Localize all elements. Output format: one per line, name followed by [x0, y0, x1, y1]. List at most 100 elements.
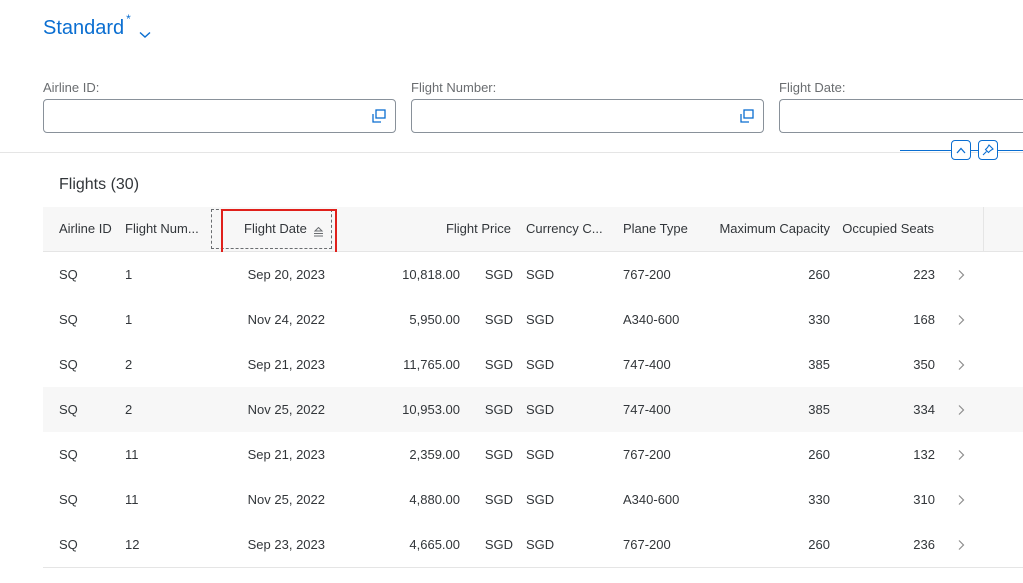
maximum-capacity-cell: 330 — [808, 312, 830, 327]
column-header-occupied-seats[interactable]: Occupied Seats — [841, 207, 934, 251]
collapse-up-icon[interactable] — [951, 140, 971, 160]
currency-code-cell: SGD — [526, 447, 555, 462]
maximum-capacity-cell: 385 — [808, 357, 830, 372]
pin-icon[interactable] — [978, 140, 998, 160]
filter-bar: Standard * Airline ID: Flight Number: Fl… — [0, 0, 1023, 153]
flight-price-cell: 10,953.00 — [402, 402, 460, 417]
flight-price-cell: 2,359.00 — [409, 447, 460, 462]
flight-date-cell: Sep 23, 2023 — [247, 537, 325, 552]
currency-code-cell: SGD — [526, 357, 555, 372]
header-spacer — [983, 207, 1023, 251]
row-navigation-icon[interactable] — [957, 538, 965, 550]
table-row[interactable]: SQ 1 Nov 24, 2022 5,950.00 SGD SGD A340-600 330… — [43, 297, 1023, 343]
price-currency-cell: SGD — [484, 402, 513, 417]
flight-number-cell: 1 — [125, 267, 133, 282]
column-header-flight-number[interactable]: Flight Num... — [125, 207, 205, 251]
column-header-flight-price[interactable]: Flight Price — [423, 207, 511, 251]
flight-number-cell: 12 — [125, 537, 140, 552]
variant-modified-marker: * — [126, 12, 131, 26]
airline-id-cell: SQ — [59, 492, 78, 507]
price-currency-cell: SGD — [484, 537, 513, 552]
row-navigation-icon[interactable] — [957, 268, 965, 280]
flight-number-cell: 11 — [125, 447, 139, 462]
maximum-capacity-cell: 260 — [808, 537, 830, 552]
price-currency-cell: SGD — [484, 267, 513, 282]
flight-date-cell: Sep 21, 2023 — [247, 447, 325, 462]
value-help-icon[interactable] — [740, 109, 754, 123]
occupied-seats-cell: 350 — [913, 357, 935, 372]
plane-type-cell: 747-400 — [623, 357, 671, 372]
table-row[interactable]: SQ 2 Nov 25, 2022 10,953.00 SGD SGD 747-400 385… — [43, 387, 1023, 433]
variant-title[interactable]: Standard — [43, 14, 124, 42]
variant-selector[interactable]: Standard * — [43, 12, 151, 44]
occupied-seats-cell: 236 — [913, 537, 935, 552]
row-navigation-icon[interactable] — [957, 313, 965, 325]
column-header-currency-code[interactable]: Currency C... — [526, 207, 608, 251]
airline-id-cell: SQ — [59, 537, 78, 552]
flight-number-field[interactable] — [411, 99, 764, 133]
occupied-seats-cell: 132 — [913, 447, 935, 462]
table-title: Flights (30) — [59, 176, 140, 193]
price-currency-cell: SGD — [484, 447, 513, 462]
flight-date-cell: Sep 21, 2023 — [247, 357, 325, 372]
flight-number-cell: 1 — [125, 312, 133, 327]
price-currency-cell: SGD — [484, 492, 513, 507]
plane-type-cell: A340-600 — [623, 492, 680, 507]
flight-price-cell: 5,950.00 — [409, 312, 460, 327]
flight-number-label: Flight Number: — [411, 80, 497, 95]
table-row[interactable]: SQ 11 Nov 25, 2022 4,880.00 SGD SGD A340-600 33… — [43, 477, 1023, 523]
row-navigation-icon[interactable] — [957, 448, 965, 460]
flight-price-cell: 10,818.00 — [402, 267, 460, 282]
column-header-maximum-capacity[interactable]: Maximum Capacity — [713, 207, 830, 251]
column-header-plane-type[interactable]: Plane Type — [623, 207, 703, 251]
airline-id-field[interactable] — [43, 99, 396, 133]
currency-code-cell: SGD — [526, 537, 555, 552]
currency-code-cell: SGD — [526, 492, 555, 507]
row-navigation-icon[interactable] — [957, 358, 965, 370]
airline-id-cell: SQ — [59, 357, 78, 372]
table-row[interactable]: SQ 2 Sep 21, 2023 11,765.00 SGD SGD 747-400 385… — [43, 342, 1023, 388]
flight-date-cell: Nov 24, 2022 — [247, 312, 325, 327]
chevron-down-icon[interactable] — [139, 26, 151, 44]
airline-id-cell: SQ — [59, 267, 78, 282]
plane-type-cell: A340-600 — [623, 312, 680, 327]
maximum-capacity-cell: 260 — [808, 267, 830, 282]
flight-date-cell: Sep 20, 2023 — [247, 267, 325, 282]
price-currency-cell: SGD — [484, 357, 513, 372]
plane-type-cell: 767-200 — [623, 537, 671, 552]
plane-type-cell: 747-400 — [623, 402, 671, 417]
flight-date-label: Flight Date: — [779, 80, 846, 95]
flight-date-field[interactable] — [779, 99, 1023, 133]
occupied-seats-cell: 223 — [913, 267, 935, 282]
currency-code-cell: SGD — [526, 267, 555, 282]
currency-code-cell: SGD — [526, 312, 555, 327]
flight-price-cell: 4,880.00 — [409, 492, 460, 507]
airline-id-cell: SQ — [59, 312, 78, 327]
flight-date-cell: Nov 25, 2022 — [247, 402, 325, 417]
maximum-capacity-cell: 330 — [808, 492, 830, 507]
value-help-icon[interactable] — [372, 109, 386, 123]
airline-id-cell: SQ — [59, 447, 78, 462]
flight-number-cell: 2 — [125, 402, 133, 417]
row-navigation-icon[interactable] — [957, 493, 965, 505]
table-row[interactable]: SQ 11 Sep 21, 2023 2,359.00 SGD SGD 767-200 260… — [43, 432, 1023, 478]
table-row[interactable]: SQ 1 Sep 20, 2023 10,818.00 SGD SGD 767-200 260… — [43, 252, 1023, 298]
currency-code-cell: SGD — [526, 402, 555, 417]
flight-number-cell: 11 — [125, 492, 139, 507]
flight-price-cell: 4,665.00 — [409, 537, 460, 552]
plane-type-cell: 767-200 — [623, 447, 671, 462]
occupied-seats-cell: 310 — [913, 492, 935, 507]
occupied-seats-cell: 334 — [913, 402, 935, 417]
maximum-capacity-cell: 260 — [808, 447, 830, 462]
row-navigation-icon[interactable] — [957, 403, 965, 415]
flight-number-cell: 2 — [125, 357, 133, 372]
column-header-airline-id[interactable]: Airline ID — [59, 207, 129, 251]
flight-price-cell: 11,765.00 — [403, 357, 460, 372]
maximum-capacity-cell: 385 — [808, 402, 830, 417]
airline-id-cell: SQ — [59, 402, 78, 417]
plane-type-cell: 767-200 — [623, 267, 671, 282]
occupied-seats-cell: 168 — [913, 312, 935, 327]
price-currency-cell: SGD — [484, 312, 513, 327]
flight-date-cell: Nov 25, 2022 — [247, 492, 325, 507]
table-row[interactable]: SQ 12 Sep 23, 2023 4,665.00 SGD SGD 767-200 260… — [43, 522, 1023, 568]
